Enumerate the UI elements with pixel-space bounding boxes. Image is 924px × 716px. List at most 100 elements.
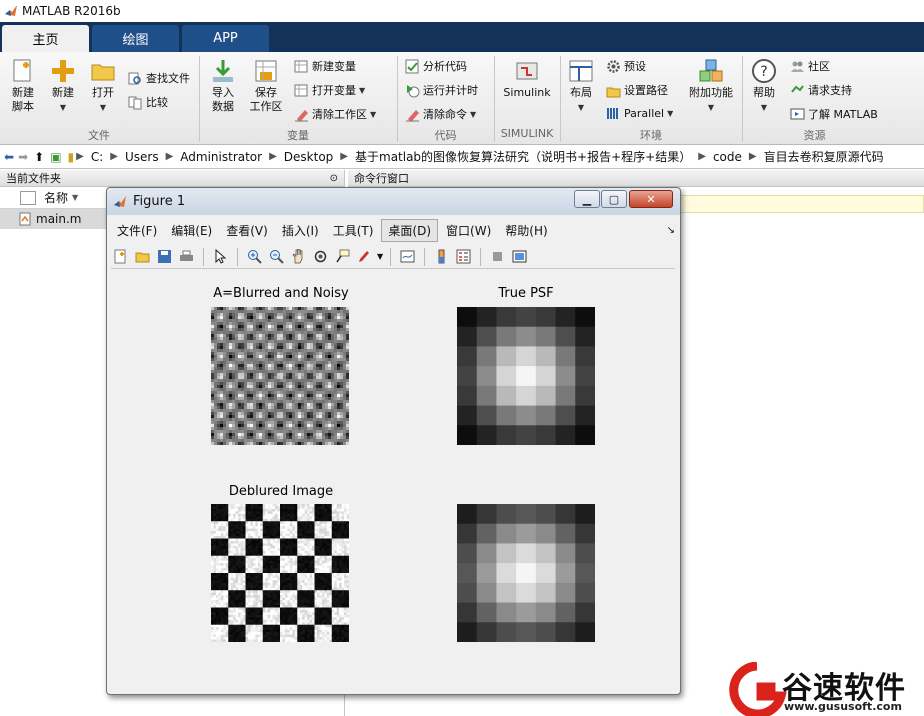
open-variable-dropdown-arrow[interactable]: ▼ — [359, 86, 365, 95]
print-icon[interactable] — [177, 247, 196, 266]
current-folder-address-bar[interactable]: ⬅ ➡ ⬆ ▣ ▮ ▶ C: ▶ Users ▶ Administrator ▶ De… — [0, 145, 924, 169]
true-psf-image[interactable] — [457, 307, 595, 445]
menu-desktop[interactable]: 桌面(D) — [381, 218, 439, 242]
back-arrow-icon[interactable]: ⬅ — [0, 150, 14, 164]
image-pixel — [555, 425, 576, 445]
learn-matlab-button[interactable]: 了解 MATLAB — [790, 106, 878, 122]
path-separator: ▶ — [76, 151, 84, 162]
new-plus-icon — [52, 60, 74, 82]
clear-workspace-button[interactable]: 清除工作区 ▼ — [294, 106, 376, 122]
browse-folder-icon[interactable]: ▣ — [44, 150, 61, 164]
open-dropdown-arrow[interactable]: ▼ — [100, 103, 106, 112]
clear-commands-dropdown-arrow[interactable]: ▼ — [470, 110, 476, 119]
menu-tools[interactable]: 工具(T) — [327, 220, 380, 241]
help-dropdown-arrow[interactable]: ▼ — [761, 103, 767, 112]
tab-apps[interactable]: APP — [182, 25, 269, 52]
save-workspace-icon — [255, 60, 277, 82]
pointer-arrow-icon[interactable] — [211, 247, 230, 266]
tab-plots[interactable]: 绘图 — [92, 25, 179, 52]
parallel-dropdown-arrow[interactable]: ▼ — [667, 109, 673, 118]
hide-plot-tools-icon[interactable] — [488, 247, 507, 266]
simulink-button[interactable]: Simulink — [502, 58, 552, 100]
community-button[interactable]: 社区 — [790, 58, 830, 74]
pan-hand-icon[interactable] — [289, 247, 308, 266]
compare-button[interactable]: 比较 — [128, 94, 168, 110]
new-script-button[interactable]: 新建 脚本 — [6, 58, 40, 114]
find-files-button[interactable]: 查找文件 — [128, 70, 190, 86]
path-segment[interactable]: 盲目去卷积复原源代码 — [759, 148, 889, 165]
request-support-button[interactable]: 请求支持 — [790, 82, 852, 98]
path-segment[interactable]: 基于matlab的图像恢复算法研究（说明书+报告+程序+结果） — [350, 148, 696, 165]
matlab-logo-icon — [5, 5, 17, 16]
toolbar-separator — [237, 247, 238, 266]
brush-icon[interactable] — [355, 247, 374, 266]
data-cursor-icon[interactable] — [333, 247, 352, 266]
new-figure-icon[interactable] — [111, 247, 130, 266]
folder-icon: ▮ — [67, 149, 75, 164]
forward-arrow-icon[interactable]: ➡ — [14, 150, 28, 164]
new-dropdown-arrow[interactable]: ▼ — [60, 103, 66, 112]
up-folder-icon[interactable]: ⬆ — [28, 150, 44, 164]
path-segment[interactable]: C: — [86, 150, 108, 164]
figure-title-bar[interactable]: Figure 1 ▁ ▢ ✕ — [107, 188, 680, 215]
maximize-button[interactable]: ▢ — [601, 190, 627, 208]
open-button[interactable]: 打开 ▼ — [86, 58, 120, 115]
figure-window[interactable]: Figure 1 ▁ ▢ ✕ 文件(F) 编辑(E) 查看(V) 插入(I) 工… — [106, 187, 681, 695]
menu-insert[interactable]: 插入(I) — [276, 220, 325, 241]
image-pixel — [476, 326, 498, 348]
path-segment[interactable]: Administrator — [175, 150, 267, 164]
legend-icon[interactable] — [454, 247, 473, 266]
new-variable-button[interactable]: 新建变量 — [294, 58, 356, 74]
minimize-button[interactable]: ▁ — [574, 190, 600, 208]
tab-home[interactable]: 主页 — [2, 25, 89, 52]
deblurred-image[interactable] — [211, 504, 349, 642]
path-segment[interactable]: code — [708, 150, 747, 164]
menu-file[interactable]: 文件(F) — [111, 220, 163, 241]
addons-dropdown-arrow[interactable]: ▼ — [708, 103, 714, 112]
path-segment[interactable]: Users — [120, 150, 164, 164]
close-button[interactable]: ✕ — [629, 190, 673, 208]
column-name-label: 名称 — [44, 191, 69, 205]
blurred-noisy-image[interactable] — [211, 307, 349, 445]
brush-dropdown-arrow[interactable]: ▼ — [377, 252, 383, 261]
link-plot-icon[interactable] — [398, 247, 417, 266]
open-variable-button[interactable]: 打开变量 ▼ — [294, 82, 365, 98]
group-label-environment: 环境 — [640, 129, 662, 142]
help-button[interactable]: ? 帮助 ▼ — [748, 58, 780, 115]
analyze-code-button[interactable]: 分析代码 — [405, 58, 467, 74]
colorbar-icon[interactable] — [432, 247, 451, 266]
set-path-button[interactable]: 设置路径 — [606, 82, 668, 98]
clear-workspace-dropdown-arrow[interactable]: ▼ — [370, 110, 376, 119]
menu-edit[interactable]: 编辑(E) — [165, 220, 218, 241]
new-button[interactable]: 新建 ▼ — [46, 58, 80, 115]
menu-window[interactable]: 窗口(W) — [440, 220, 497, 241]
image-pixel — [555, 405, 576, 426]
addons-label: 附加功能 — [689, 86, 733, 99]
clear-commands-label: 清除命令 — [423, 108, 467, 121]
addons-button[interactable]: 附加功能 ▼ — [688, 58, 734, 115]
zoom-in-icon[interactable] — [245, 247, 264, 266]
layout-button[interactable]: 布局 ▼ — [565, 58, 597, 115]
set-path-label: 设置路径 — [624, 84, 668, 97]
open-file-icon[interactable] — [133, 247, 152, 266]
rotate-3d-icon[interactable] — [311, 247, 330, 266]
save-icon[interactable] — [155, 247, 174, 266]
toolbar-separator — [480, 247, 482, 266]
menu-view[interactable]: 查看(V) — [220, 220, 274, 241]
preferences-button[interactable]: 预设 — [606, 58, 646, 74]
show-plot-tools-icon[interactable] — [510, 247, 529, 266]
parallel-icon — [607, 108, 618, 119]
new-variable-label: 新建变量 — [312, 60, 356, 73]
parallel-button[interactable]: Parallel ▼ — [606, 106, 673, 121]
run-and-time-icon — [407, 84, 420, 97]
layout-dropdown-arrow[interactable]: ▼ — [578, 103, 584, 112]
menu-help[interactable]: 帮助(H) — [499, 220, 553, 241]
path-segment[interactable]: Desktop — [279, 150, 339, 164]
save-workspace-button[interactable]: 保存 工作区 — [246, 58, 286, 114]
import-data-button[interactable]: 导入 数据 — [206, 58, 240, 114]
run-and-time-button[interactable]: 运行并计时 — [405, 82, 478, 98]
clear-commands-button[interactable]: 清除命令 ▼ — [405, 106, 476, 122]
zoom-out-icon[interactable] — [267, 247, 286, 266]
menu-dock-arrow-icon[interactable]: ↘ — [667, 225, 675, 236]
panel-menu-chevron-icon[interactable]: ⊙ — [330, 170, 338, 187]
